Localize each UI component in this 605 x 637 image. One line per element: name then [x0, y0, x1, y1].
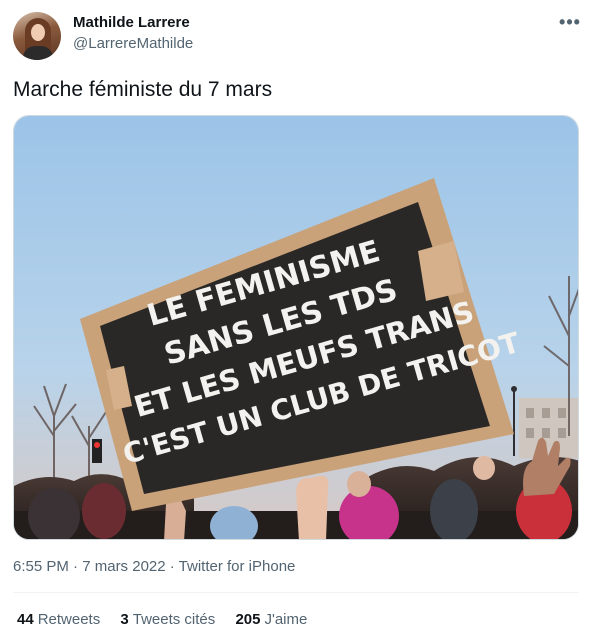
likes-stat[interactable]: 205 J'aime: [235, 611, 307, 628]
tweet-time[interactable]: 6:55 PM: [13, 558, 69, 575]
tweet-stats: 44 Retweets 3 Tweets cités 205 J'aime: [17, 611, 323, 628]
avatar-body: [23, 46, 53, 60]
avatar-face: [31, 24, 45, 41]
tweet-photo[interactable]: LE FEMINISME SANS LES TDS ET LES MEUFS T…: [13, 115, 579, 540]
tweet-text: Marche féministe du 7 mars: [13, 78, 273, 101]
quotes-count: 3: [120, 611, 129, 628]
tweet-meta: 6:55 PM · 7 mars 2022 · Twitter for iPho…: [13, 558, 295, 575]
retweets-stat[interactable]: 44 Retweets: [17, 611, 100, 628]
tweet-source[interactable]: Twitter for iPhone: [179, 558, 296, 575]
avatar[interactable]: [13, 12, 61, 60]
meta-separator: ·: [68, 558, 83, 575]
protest-photo: LE FEMINISME SANS LES TDS ET LES MEUFS T…: [14, 116, 578, 539]
tweet: Mathilde Larrere @LarrereMathilde ••• Ma…: [0, 0, 605, 637]
retweets-count: 44: [17, 611, 34, 628]
likes-count: 205: [235, 611, 261, 628]
divider: [13, 592, 579, 593]
meta-separator: ·: [165, 558, 179, 575]
quotes-label: Tweets cités: [132, 611, 216, 628]
tweet-date[interactable]: 7 mars 2022: [82, 558, 165, 575]
author-name[interactable]: Mathilde Larrere: [73, 14, 190, 31]
author-handle[interactable]: @LarrereMathilde: [73, 35, 193, 52]
likes-label: J'aime: [264, 611, 308, 628]
quotes-stat[interactable]: 3 Tweets cités: [120, 611, 215, 628]
retweets-label: Retweets: [37, 611, 101, 628]
more-horizontal-icon[interactable]: •••: [556, 12, 584, 36]
